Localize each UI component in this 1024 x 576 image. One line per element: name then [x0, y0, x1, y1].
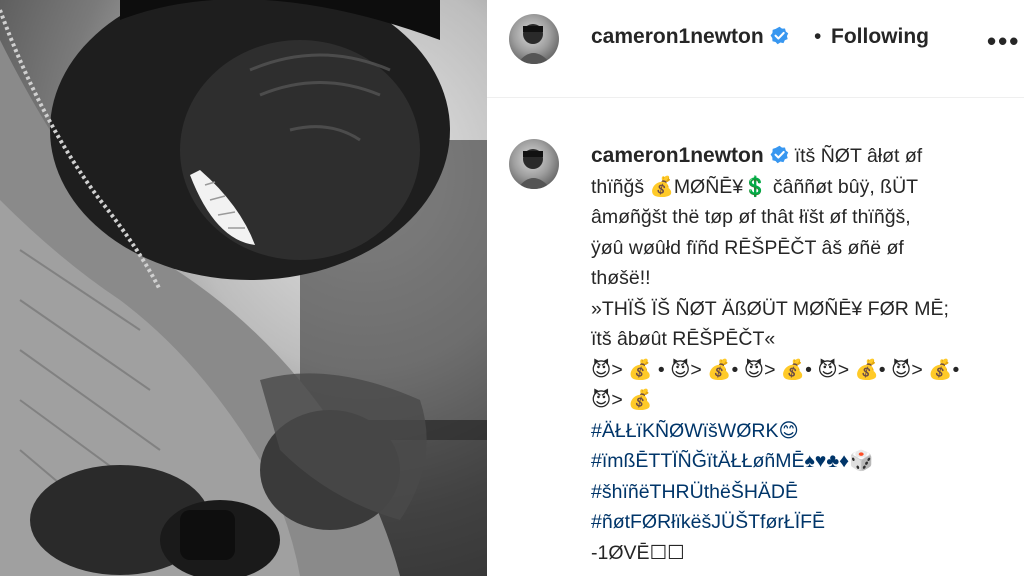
avatar-image	[517, 149, 551, 189]
caption-emoji-line: 😈> 💰	[591, 389, 653, 411]
hashtag-link[interactable]: #ïmßĒTTÏÑĞïtÄŁŁøñMĒ♠♥♣♦🎲	[591, 446, 1006, 477]
caption-text: cameron1newton ïtš ÑØT âłøt øf thïñğš 💰MØ…	[591, 141, 1006, 568]
instagram-post: cameron1newton • Following ••• cameron1n…	[0, 0, 1024, 576]
post-header: cameron1newton • Following •••	[487, 0, 1024, 98]
caption-signoff: -1ØVĒ☐☐	[591, 541, 685, 564]
hashtag-link[interactable]: #ñøtFØRłïkëšJÜŠTførŁÏFĒ	[591, 507, 1006, 538]
caption-author-avatar[interactable]	[509, 139, 559, 189]
author-avatar[interactable]	[509, 14, 559, 64]
caption-line-text: ïtš ÑØT âłøt øf	[794, 145, 923, 167]
caption-line: thøšë!!	[591, 267, 651, 289]
author-username-text[interactable]: cameron1newton	[591, 25, 764, 48]
caption-line: »THÏŠ ÏŠ ÑØT ÄßØÜT MØÑĒ¥ FØR MĒ;	[591, 297, 949, 320]
avatar-image	[517, 24, 551, 64]
more-options-icon[interactable]: •••	[987, 26, 1020, 57]
caption-line: cameron1newton ïtš ÑØT âłøt øf	[591, 141, 1006, 172]
caption-line: ÿøû wøûłd fïñd RĒŠΡĒČT âš øñë øf	[591, 236, 904, 259]
post-photo[interactable]	[0, 0, 487, 576]
post-side-panel: cameron1newton • Following ••• cameron1n…	[487, 0, 1024, 576]
author-username[interactable]: cameron1newton	[591, 25, 789, 49]
caption-line: ïtš âbøût RĒŠΡĒČT«	[591, 328, 776, 350]
caption-line: âmøñğšt thë tøp øf thât łïšt øf thïñğš,	[591, 206, 911, 228]
caption-emoji-line: 😈> 💰 • 😈> 💰• 😈> 💰• 😈> 💰• 😈> 💰•	[591, 358, 960, 381]
verified-badge-icon	[770, 145, 788, 164]
following-button[interactable]: Following	[831, 25, 929, 49]
hashtag-link[interactable]: #šhïñëTHRÜthëŠHÄDĒ	[591, 477, 1006, 508]
photo-illustration	[0, 0, 487, 576]
verified-badge-icon	[770, 26, 788, 45]
caption-username[interactable]: cameron1newton	[591, 144, 789, 167]
post-caption: cameron1newton ïtš ÑØT âłøt øf thïñğš 💰MØ…	[487, 125, 1024, 576]
caption-line: thïñğš 💰MØÑĒ¥💲 čâññøt bûÿ, ßÜT	[591, 175, 919, 198]
caption-username-text[interactable]: cameron1newton	[591, 144, 764, 167]
separator-dot: •	[814, 25, 822, 48]
hashtag-link[interactable]: #ÄŁŁïKÑØWïšWØRK😊	[591, 416, 1006, 447]
